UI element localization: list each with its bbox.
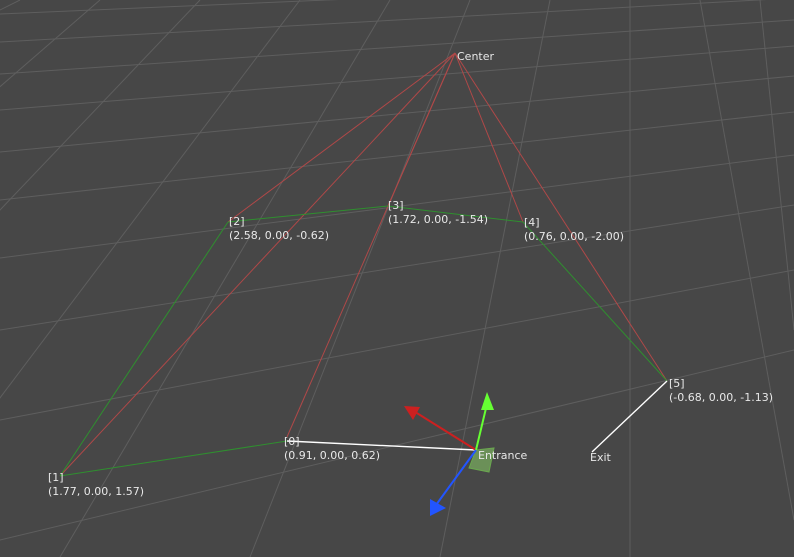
waypoint-coords: (2.58, 0.00, -0.62) [229,229,330,242]
scene-viewport[interactable]: Center [0] (0.91, 0.00, 0.62) [1] (1.77,… [0,0,794,557]
waypoint-coords: (1.77, 0.00, 1.57) [48,485,145,498]
waypoint-index: [3] [388,199,404,212]
gizmo-x-axis [411,409,477,451]
waypoint-label-1: [1] (1.77, 0.00, 1.57) [48,471,144,499]
waypoint-label-4: [4] (0.76, 0.00, -2.00) [524,216,624,244]
waypoint-label-0: [0] (0.91, 0.00, 0.62) [284,435,380,463]
waypoint-index: [1] [48,471,64,484]
waypoint-label-3: [3] (1.72, 0.00, -1.54) [388,199,488,227]
waypoint-label-5: [5] (-0.68, 0.00, -1.13) [669,377,773,405]
waypoint-coords: (1.72, 0.00, -1.54) [388,213,489,226]
waypoint-index: [0] [284,435,300,448]
waypoint-coords: (-0.68, 0.00, -1.13) [669,391,773,404]
waypoint-coords: (0.91, 0.00, 0.62) [284,449,381,462]
entrance-label: Entrance [478,449,528,462]
center-links [59,52,668,477]
waypoint-index: [2] [229,215,245,228]
center-link-1 [59,52,456,477]
gizmo-z-axis [435,449,477,506]
waypoint-index: [4] [524,216,540,229]
waypoint-coords: (0.76, 0.00, -2.00) [524,230,625,243]
exit-label: Exit [590,451,611,464]
waypoint-label-2: [2] (2.58, 0.00, -0.62) [229,215,329,243]
center-link-2 [227,52,456,223]
gizmo-y-handle [481,392,494,410]
gizmo-y-axis [475,403,488,451]
center-link-4 [454,52,524,223]
waypoint-index: [5] [669,377,685,390]
center-label: Center [457,50,495,63]
